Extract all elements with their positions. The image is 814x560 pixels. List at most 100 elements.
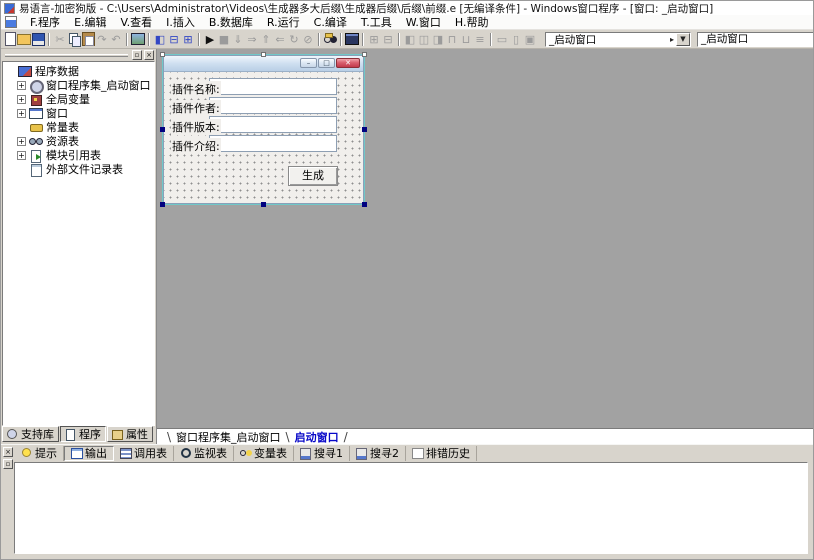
maximize-icon: □ (318, 58, 335, 68)
menu-window[interactable]: W.窗口 (399, 16, 448, 29)
tab-slash: / (344, 430, 348, 444)
tree-item-window[interactable]: + 窗口 (3, 106, 154, 120)
same-height-icon[interactable]: ▯ (509, 31, 523, 47)
output-tab-label: 调用表 (134, 445, 167, 461)
selection-handle-bottom-center[interactable] (261, 202, 266, 207)
menu-compile[interactable]: C.编译 (307, 16, 354, 29)
tab-output[interactable]: 输出 (64, 446, 114, 461)
toolbar-separator (48, 33, 50, 46)
layout-left-icon[interactable]: ◧ (153, 31, 167, 47)
restart-icon[interactable]: ↻ (287, 31, 301, 47)
menu-view[interactable]: V.查看 (114, 16, 160, 29)
designed-form[interactable]: – □ ✕ 插件名称: 插件作者: (163, 55, 364, 204)
cut-icon[interactable]: ✂ (53, 31, 67, 47)
plugin-intro-input[interactable] (209, 135, 337, 152)
selection-handle-top-center[interactable] (261, 52, 266, 57)
menu-tools[interactable]: T.工具 (354, 16, 399, 29)
tab-search-2[interactable]: 搜寻2 (350, 446, 406, 461)
tree-expand-icon[interactable]: + (17, 137, 26, 146)
selection-handle-top-right[interactable] (362, 52, 367, 57)
tab-hint[interactable]: 提示 (15, 446, 64, 461)
menu-database[interactable]: B.数据库 (202, 16, 260, 29)
tree-item-resource-table[interactable]: + 资源表 (3, 134, 154, 148)
tab-watch-table[interactable]: 监视表 (174, 446, 234, 461)
same-size-icon[interactable]: ▣ (523, 31, 537, 47)
menu-run[interactable]: R.运行 (260, 16, 307, 29)
paste-icon[interactable] (81, 31, 95, 47)
menu-help[interactable]: H.帮助 (448, 16, 496, 29)
selection-handle-middle-left[interactable] (160, 127, 165, 132)
open-file-icon[interactable] (17, 31, 31, 47)
tree-expand-icon[interactable]: + (17, 81, 26, 90)
run-icon[interactable]: ▶ (203, 31, 217, 47)
tree-expand-icon[interactable]: + (17, 109, 26, 118)
tab-debug-history[interactable]: 排错历史 (406, 446, 477, 461)
tree-item-module-reference-table[interactable]: + 模块引用表 (3, 148, 154, 162)
image-resource-icon[interactable] (131, 31, 145, 47)
find-icon[interactable] (323, 31, 337, 47)
step-out-icon[interactable]: ⇑ (259, 31, 273, 47)
tab-properties[interactable]: 属性 (107, 426, 153, 442)
align-bottom-icon[interactable]: ⊔ (459, 31, 473, 47)
new-file-icon[interactable] (3, 31, 17, 47)
redo-icon[interactable]: ↷ (95, 31, 109, 47)
align-top-icon[interactable]: ⊓ (445, 31, 459, 47)
tree-expand-icon[interactable]: + (17, 95, 26, 104)
selection-handle-middle-right[interactable] (362, 127, 367, 132)
pause-icon[interactable]: ⊘ (301, 31, 315, 47)
same-width-icon[interactable]: ▭ (495, 31, 509, 47)
align-right-icon[interactable]: ◨ (431, 31, 445, 47)
tree-item-window-program-set[interactable]: + 窗口程序集_启动窗口 (3, 78, 154, 92)
layout-bottom-icon[interactable]: ⊟ (167, 31, 181, 47)
dock-close-icon[interactable]: × (144, 50, 154, 60)
selection-handle-bottom-right[interactable] (362, 202, 367, 207)
grid-snap-icon[interactable]: ⊞ (367, 31, 381, 47)
step-over-icon[interactable]: ⇒ (245, 31, 259, 47)
undo-icon[interactable]: ↶ (109, 31, 123, 47)
combo-dropdown-icon[interactable]: ▼ (676, 33, 690, 46)
menu-program[interactable]: F.程序 (23, 16, 67, 29)
menu-edit[interactable]: E.编辑 (67, 16, 113, 29)
panel-float-icon[interactable]: ▫ (3, 459, 13, 469)
dock-grip[interactable] (5, 54, 128, 57)
align-middle-icon[interactable]: ≡ (473, 31, 487, 47)
tab-program[interactable]: 程序 (60, 426, 106, 442)
selection-handle-top-left[interactable] (160, 52, 165, 57)
layout-grid-icon[interactable]: ⊞ (181, 31, 195, 47)
panel-close-icon[interactable]: × (3, 447, 13, 457)
run-to-cursor-icon[interactable]: ⇐ (273, 31, 287, 47)
panel-tab-icon (65, 429, 76, 439)
selection-handle-bottom-left[interactable] (160, 202, 165, 207)
tree-expand-icon[interactable]: + (17, 151, 26, 160)
save-icon[interactable] (31, 31, 45, 47)
plugin-name-input[interactable] (209, 78, 337, 95)
tab-window-program-set[interactable]: 窗口程序集_启动窗口 (173, 429, 284, 445)
plugin-version-input[interactable] (209, 116, 337, 133)
window-selector-combo[interactable]: _启动窗口 ▸ ▼ (545, 32, 691, 47)
tab-support-library[interactable]: 支持库 (2, 426, 59, 442)
align-left-icon[interactable]: ◧ (403, 31, 417, 47)
debug-window-icon[interactable] (345, 31, 359, 47)
window-name-box[interactable]: _启动窗口 (697, 32, 814, 47)
grid-show-icon[interactable]: ⊟ (381, 31, 395, 47)
generate-button[interactable]: 生成 (288, 166, 338, 186)
output-content[interactable] (14, 462, 808, 554)
align-center-icon[interactable]: ◫ (417, 31, 431, 47)
copy-icon[interactable] (67, 31, 81, 47)
tab-search-1[interactable]: 搜寻1 (294, 446, 350, 461)
dock-float-icon[interactable]: ▫ (132, 50, 142, 60)
tree-item-program-data[interactable]: 程序数据 (3, 64, 154, 78)
tab-call-table[interactable]: 调用表 (114, 446, 174, 461)
tree-item-constant-table[interactable]: 常量表 (3, 120, 154, 134)
designed-form-titlebar: – □ ✕ (164, 56, 363, 72)
tree-item-external-file-table[interactable]: 外部文件记录表 (3, 162, 154, 176)
step-into-icon[interactable]: ⇓ (231, 31, 245, 47)
menu-insert[interactable]: I.插入 (159, 16, 202, 29)
tab-startup-window[interactable]: 启动窗口 (292, 429, 342, 445)
stop-icon[interactable]: ■ (217, 31, 231, 47)
plugin-name-label: 插件名称: (171, 81, 221, 97)
plugin-author-input[interactable] (209, 97, 337, 114)
designed-form-selection[interactable]: – □ ✕ 插件名称: 插件作者: (163, 55, 364, 204)
tree-item-global-variables[interactable]: + 全局变量 (3, 92, 154, 106)
tab-variable-table[interactable]: 变量表 (234, 446, 294, 461)
